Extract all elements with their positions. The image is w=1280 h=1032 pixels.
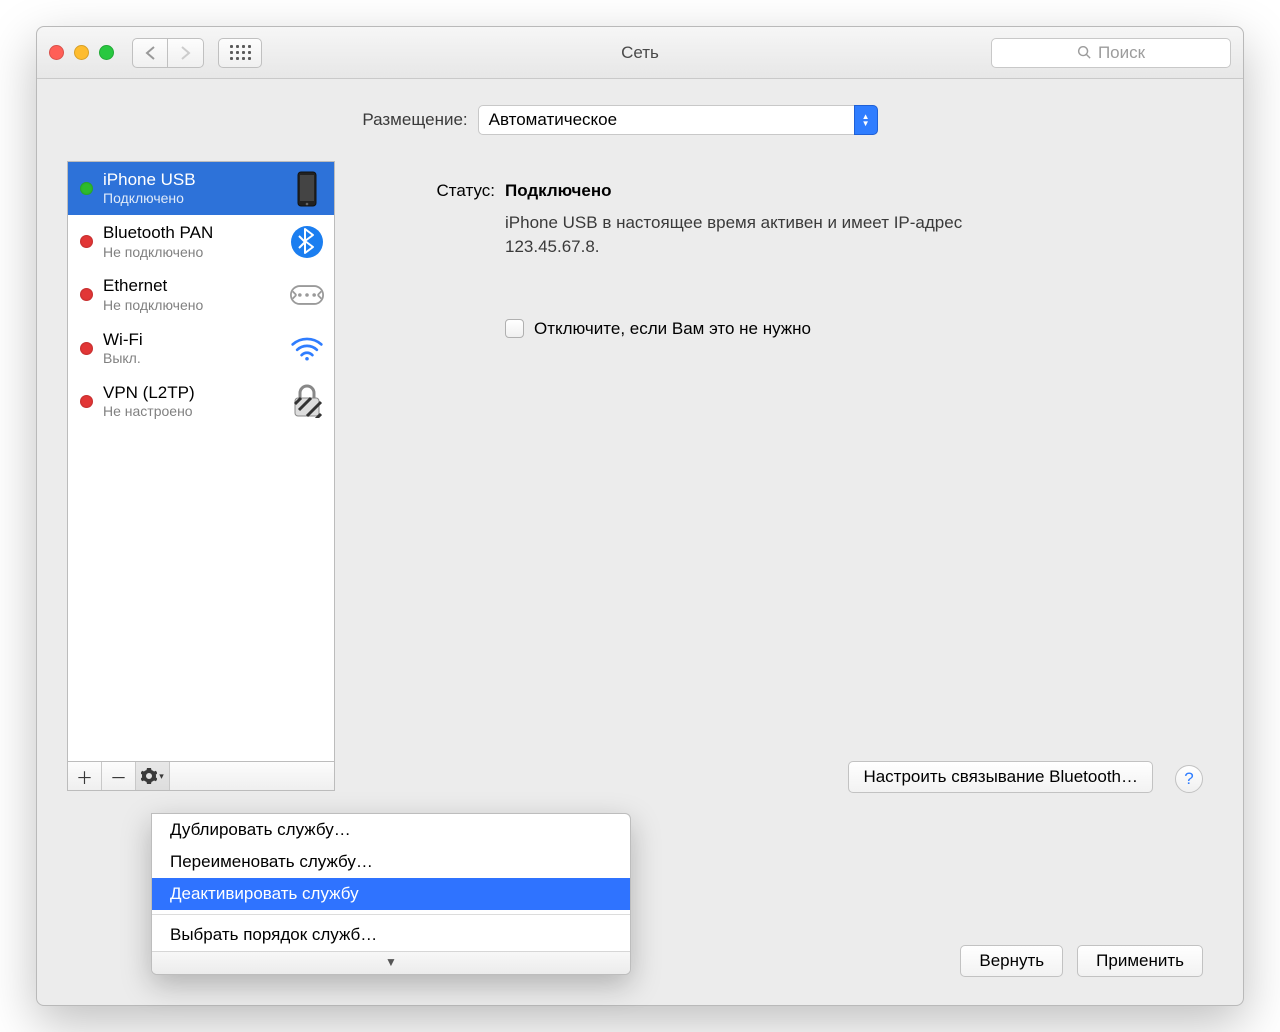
status-dot-icon	[80, 182, 93, 195]
menu-rename-service[interactable]: Переименовать службу…	[152, 846, 630, 878]
service-bluetooth-pan[interactable]: Bluetooth PAN Не подключено	[68, 215, 334, 268]
footer-buttons: Вернуть Применить	[960, 945, 1203, 977]
service-status: Подключено	[103, 190, 280, 207]
services-toolbar: ＋ － ▾	[67, 761, 335, 791]
gear-menu-popup: Дублировать службу… Переименовать службу…	[151, 813, 631, 975]
service-status: Не настроено	[103, 403, 280, 420]
location-label: Размещение:	[362, 110, 467, 130]
chevron-down-icon: ▾	[159, 771, 164, 782]
service-ethernet[interactable]: Ethernet Не подключено	[68, 268, 334, 321]
iphone-icon	[290, 171, 324, 207]
network-prefs-window: Сеть Поиск Размещение: Автоматическое ▲▼…	[36, 26, 1244, 1006]
add-service-button[interactable]: ＋	[68, 762, 102, 790]
service-name: Wi-Fi	[103, 330, 280, 350]
status-value: Подключено	[505, 181, 612, 201]
disable-if-unneeded-checkbox[interactable]	[505, 319, 524, 338]
service-vpn[interactable]: VPN (L2TP) Не настроено	[68, 375, 334, 428]
menu-overflow-indicator[interactable]: ▼	[152, 951, 630, 974]
location-value: Автоматическое	[489, 110, 617, 130]
revert-button[interactable]: Вернуть	[960, 945, 1063, 977]
status-dot-icon	[80, 395, 93, 408]
location-select[interactable]: Автоматическое ▲▼	[478, 105, 878, 135]
window-title: Сеть	[37, 43, 1243, 63]
menu-divider	[152, 914, 630, 915]
service-iphone-usb[interactable]: iPhone USB Подключено	[68, 162, 334, 215]
service-name: VPN (L2TP)	[103, 383, 280, 403]
service-status: Не подключено	[103, 297, 280, 314]
apply-button[interactable]: Применить	[1077, 945, 1203, 977]
status-description: iPhone USB в настоящее время активен и и…	[505, 211, 1025, 259]
location-row: Размещение: Автоматическое ▲▼	[37, 105, 1203, 135]
configure-bluetooth-button[interactable]: Настроить связывание Bluetooth…	[848, 761, 1153, 793]
status-label: Статус:	[411, 181, 495, 201]
lock-icon	[290, 384, 324, 418]
checkbox-label: Отключите, если Вам это не нужно	[534, 319, 811, 339]
status-dot-icon	[80, 235, 93, 248]
service-name: iPhone USB	[103, 170, 280, 190]
service-name: Bluetooth PAN	[103, 223, 280, 243]
service-status: Выкл.	[103, 350, 280, 367]
chevron-updown-icon: ▲▼	[854, 105, 878, 135]
service-actions-button[interactable]: ▾	[136, 762, 170, 790]
help-button[interactable]: ?	[1175, 765, 1203, 793]
service-status: Не подключено	[103, 244, 280, 261]
remove-service-button[interactable]: －	[102, 762, 136, 790]
titlebar: Сеть Поиск	[37, 27, 1243, 79]
menu-deactivate-service[interactable]: Деактивировать службу	[152, 878, 630, 910]
gear-icon	[141, 768, 157, 784]
service-detail-panel: Статус: Подключено iPhone USB в настояще…	[351, 161, 1203, 793]
service-name: Ethernet	[103, 276, 280, 296]
menu-duplicate-service[interactable]: Дублировать службу…	[152, 814, 630, 846]
service-wifi[interactable]: Wi-Fi Выкл.	[68, 322, 334, 375]
bluetooth-icon	[290, 225, 324, 259]
menu-set-service-order[interactable]: Выбрать порядок служб…	[152, 919, 630, 951]
status-dot-icon	[80, 288, 93, 301]
wifi-icon	[290, 334, 324, 362]
services-list[interactable]: iPhone USB Подключено Bluetooth PAN Не п…	[67, 161, 335, 761]
services-sidebar: iPhone USB Подключено Bluetooth PAN Не п…	[67, 161, 335, 793]
status-dot-icon	[80, 342, 93, 355]
ethernet-icon	[290, 280, 324, 310]
